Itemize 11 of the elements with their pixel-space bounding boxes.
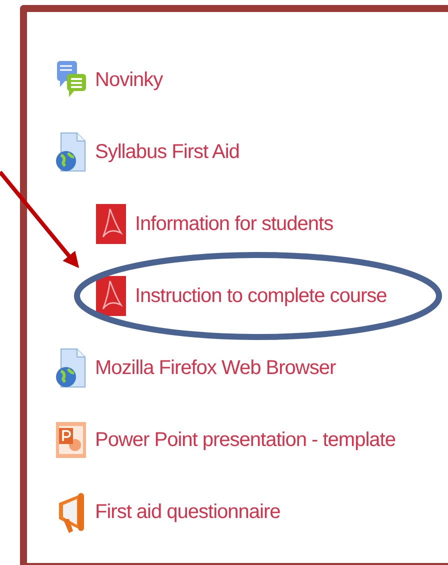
- globe-document-icon: [55, 347, 87, 389]
- pdf-file-icon: [95, 275, 127, 317]
- activity-link[interactable]: Mozilla Firefox Web Browser: [95, 353, 336, 383]
- slides-document-icon: [55, 419, 87, 461]
- activity-link[interactable]: First aid questionnaire: [95, 497, 280, 527]
- activity-link[interactable]: Syllabus First Aid: [95, 137, 240, 167]
- activity-link[interactable]: Novinky: [95, 65, 163, 95]
- activity-link[interactable]: Power Point presentation - template: [95, 425, 396, 455]
- pdf-file-icon: [95, 203, 127, 245]
- activity-link[interactable]: Information for students: [135, 209, 334, 239]
- globe-document-icon: [55, 131, 87, 173]
